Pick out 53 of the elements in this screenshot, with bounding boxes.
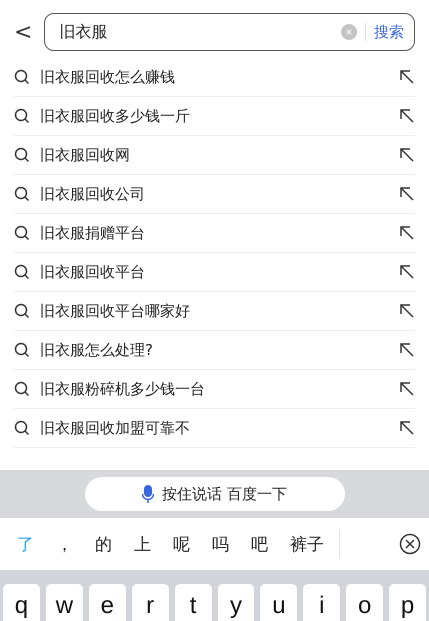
search-icon <box>14 381 30 397</box>
search-icon <box>14 186 30 202</box>
candidate-word[interactable]: ， <box>45 532 84 556</box>
keyboard-key[interactable]: e <box>88 584 126 621</box>
fill-arrow-icon[interactable] <box>399 420 415 436</box>
fill-arrow-icon[interactable] <box>399 342 415 358</box>
search-icon <box>14 225 30 241</box>
search-icon <box>14 147 30 163</box>
back-button[interactable]: < <box>10 20 36 44</box>
suggestion-item[interactable]: 旧衣服回收多少钱一斤 <box>40 106 389 126</box>
search-field[interactable]: 旧衣服 × 搜索 <box>44 13 415 51</box>
search-icon <box>14 69 30 85</box>
candidate-word[interactable]: 呢 <box>162 532 201 556</box>
close-icon[interactable] <box>399 533 421 555</box>
keyboard-key[interactable]: u <box>260 584 298 621</box>
candidate-word[interactable]: 裤子 <box>279 532 335 556</box>
suggestion-item[interactable]: 旧衣服回收加盟可靠不 <box>40 418 389 438</box>
keyboard-key[interactable]: q <box>3 584 40 621</box>
candidate-word[interactable]: 吧 <box>240 532 279 556</box>
search-button[interactable]: 搜索 <box>374 22 404 42</box>
keyboard-key[interactable]: r <box>132 584 169 621</box>
fill-arrow-icon[interactable] <box>399 303 415 319</box>
fill-arrow-icon[interactable] <box>399 264 415 280</box>
suggestion-item[interactable]: 旧衣服怎么处理? <box>40 340 389 360</box>
candidate-word[interactable]: 上 <box>123 532 162 556</box>
suggestion-item[interactable]: 旧衣服回收平台哪家好 <box>40 302 389 320</box>
candidate-word[interactable]: 的 <box>84 532 123 556</box>
suggestion-item[interactable]: 旧衣服回收平台 <box>40 262 389 282</box>
search-icon <box>14 342 30 358</box>
keyboard-key[interactable]: p <box>389 584 426 621</box>
suggestion-item[interactable]: 旧衣服粉碎机多少钱一台 <box>40 380 389 398</box>
keyboard-key[interactable]: t <box>174 584 212 621</box>
suggestion-item[interactable]: 旧衣服回收怎么赚钱 <box>40 68 389 86</box>
fill-arrow-icon[interactable] <box>399 186 415 202</box>
keyboard-key[interactable]: y <box>218 584 254 621</box>
fill-arrow-icon[interactable] <box>399 69 415 85</box>
search-icon <box>14 303 30 319</box>
search-icon <box>14 420 30 436</box>
fill-arrow-icon[interactable] <box>399 381 415 397</box>
search-icon <box>14 264 30 280</box>
fill-arrow-icon[interactable] <box>399 147 415 163</box>
fill-arrow-icon[interactable] <box>399 225 415 241</box>
keyboard-key[interactable]: o <box>346 584 384 621</box>
microphone-icon <box>142 485 154 503</box>
keyboard-key[interactable]: w <box>46 584 83 621</box>
fill-arrow-icon[interactable] <box>399 108 415 124</box>
suggestion-item[interactable]: 旧衣服捐赠平台 <box>40 224 389 242</box>
voice-input-button[interactable]: 按住说话 百度一下 <box>84 477 344 511</box>
suggestion-item[interactable]: 旧衣服回收网 <box>40 146 389 164</box>
keyboard-key[interactable]: i <box>303 584 340 621</box>
candidate-word[interactable]: 吗 <box>201 532 240 556</box>
suggestion-item[interactable]: 旧衣服回收公司 <box>40 184 389 204</box>
search-icon <box>14 108 30 124</box>
